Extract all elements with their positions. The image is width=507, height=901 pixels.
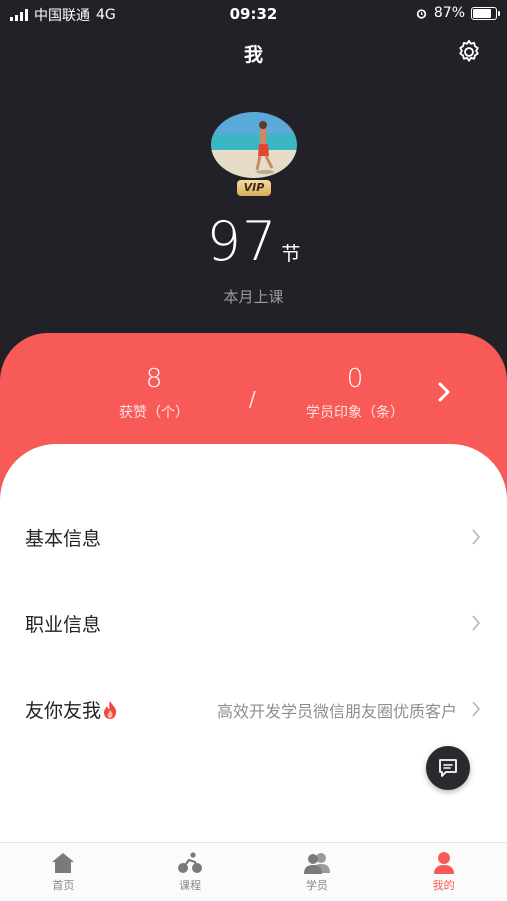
menu-item-title: 职业信息: [25, 614, 102, 636]
users-icon: [303, 853, 330, 874]
likes-label: 获赞（个）: [119, 405, 189, 421]
chat-icon: [439, 759, 457, 777]
class-count-value: 97: [206, 210, 278, 273]
message-fab-button[interactable]: [426, 746, 470, 790]
chevron-right-icon: [472, 615, 481, 631]
tab-label: 学员: [305, 879, 328, 892]
menu-item-friends[interactable]: 友你友我 高效开发学员微信朋友圈优质客户: [0, 676, 507, 740]
tab-label: 课程: [179, 879, 202, 892]
stats-divider: /: [249, 387, 256, 411]
tab-students[interactable]: 学员: [254, 843, 381, 901]
avatar[interactable]: [211, 112, 297, 178]
settings-gear-icon[interactable]: [455, 38, 483, 66]
flame-icon: [103, 701, 117, 719]
monthly-class-count: 97 节: [0, 210, 507, 273]
tab-courses[interactable]: 课程: [127, 843, 254, 901]
likes-stat[interactable]: 8 获赞（个）: [104, 364, 204, 422]
impressions-stat[interactable]: 0 学员印象（条）: [295, 364, 415, 422]
tab-home[interactable]: 首页: [0, 843, 127, 901]
menu-item-title: 基本信息: [25, 528, 102, 550]
battery-icon: [471, 6, 500, 20]
menu-item-subtitle: 高效开发学员微信朋友圈优质客户: [216, 702, 457, 721]
status-bar: 中国联通 4G 09:32 87%: [0, 0, 507, 28]
menu-item-career-info[interactable]: 职业信息: [0, 590, 507, 654]
page-title: 我: [243, 44, 263, 66]
bottom-tab-bar: 首页 课程 学员 我的: [0, 842, 507, 901]
chevron-right-icon: [472, 529, 481, 545]
tab-label: 我的: [432, 879, 455, 892]
impressions-count: 0: [346, 364, 364, 394]
stats-chevron-right-icon[interactable]: [434, 380, 454, 404]
menu-item-title: 友你友我: [25, 700, 102, 722]
tab-mine[interactable]: 我的: [380, 843, 507, 901]
alarm-icon: [416, 8, 427, 19]
menu-item-basic-info[interactable]: 基本信息: [0, 504, 507, 568]
vip-badge: VIP: [237, 180, 271, 196]
person-icon: [433, 852, 454, 874]
likes-count: 8: [145, 364, 163, 394]
tab-label: 首页: [52, 879, 75, 892]
battery-percent: 87%: [433, 5, 465, 21]
impressions-label: 学员印象（条）: [306, 405, 404, 421]
class-count-unit: 节: [281, 243, 301, 265]
class-count-label: 本月上课: [223, 288, 284, 306]
cycling-icon: [178, 852, 203, 873]
chevron-right-icon: [472, 701, 481, 717]
home-icon: [52, 853, 75, 873]
